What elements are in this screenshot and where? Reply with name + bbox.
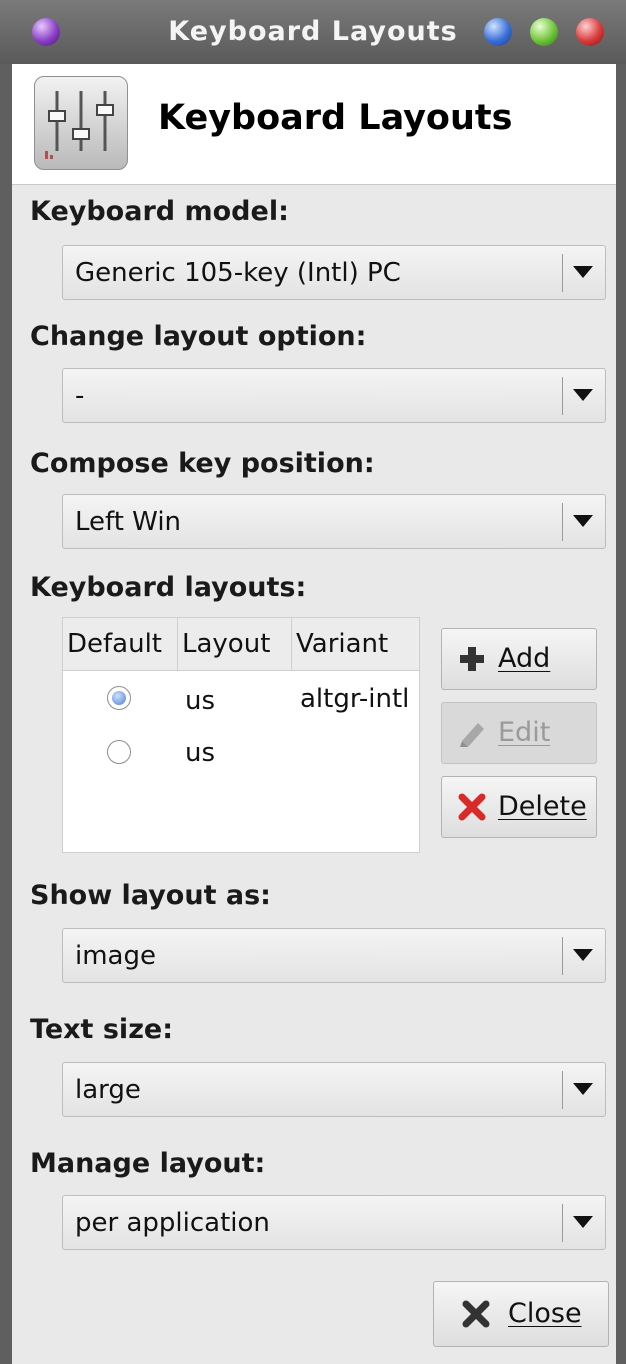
default-radio[interactable] <box>107 740 131 764</box>
dropdown-arrow-icon <box>573 389 593 401</box>
show-layout-as-select[interactable]: image <box>62 928 606 983</box>
close-button[interactable]: Close <box>433 1281 609 1347</box>
manage-layout-label: Manage layout: <box>30 1148 266 1179</box>
close-window-button[interactable] <box>576 18 604 46</box>
delete-button-label: Delete <box>498 791 587 822</box>
edit-button-label: Edit <box>498 717 551 748</box>
layouts-table[interactable]: Default Layout Variant us altgr-intl us <box>62 617 420 853</box>
dialog-header: Keyboard Layouts <box>12 64 616 185</box>
dropdown-arrow-icon <box>573 1216 593 1228</box>
edit-button[interactable]: Edit <box>441 702 597 764</box>
dropdown-arrow-icon <box>573 949 593 961</box>
manage-layout-value: per application <box>75 1208 270 1238</box>
keyboard-model-value: Generic 105-key (Intl) PC <box>75 258 401 288</box>
text-size-value: large <box>75 1075 141 1105</box>
show-layout-as-label: Show layout as: <box>30 880 271 911</box>
divider <box>562 503 563 541</box>
window-border-right <box>616 0 626 1364</box>
divider <box>562 1204 563 1242</box>
pencil-icon <box>460 723 484 747</box>
divider <box>562 377 563 415</box>
mixer-sliders-icon <box>34 76 128 170</box>
text-size-select[interactable]: large <box>62 1062 606 1117</box>
change-layout-option-select[interactable]: - <box>62 368 606 423</box>
divider <box>562 254 563 292</box>
dropdown-arrow-icon <box>573 515 593 527</box>
header-title: Keyboard Layouts <box>158 98 513 138</box>
compose-key-position-value: Left Win <box>75 507 182 537</box>
titlebar[interactable]: Keyboard Layouts <box>0 0 626 64</box>
change-layout-option-value: - <box>75 381 85 411</box>
column-header-default[interactable]: Default <box>63 618 177 670</box>
dropdown-arrow-icon <box>573 266 593 278</box>
close-button-label: Close <box>508 1298 582 1329</box>
maximize-button[interactable] <box>530 18 558 46</box>
compose-key-position-label: Compose key position: <box>30 448 375 479</box>
column-header-variant[interactable]: Variant <box>291 618 419 670</box>
divider <box>562 937 563 975</box>
variant-cell: altgr-intl <box>300 684 410 714</box>
window-border-left <box>0 0 12 1364</box>
plus-icon <box>460 647 484 671</box>
table-header: Default Layout Variant <box>63 618 419 671</box>
add-button[interactable]: Add <box>441 628 597 690</box>
keyboard-model-select[interactable]: Generic 105-key (Intl) PC <box>62 245 606 300</box>
minimize-button[interactable] <box>484 18 512 46</box>
layout-cell: us <box>185 686 216 716</box>
keyboard-model-label: Keyboard model: <box>30 196 289 227</box>
divider <box>562 1071 563 1109</box>
close-x-icon <box>462 1300 490 1328</box>
keyboard-layouts-label: Keyboard layouts: <box>30 572 307 603</box>
red-x-icon <box>458 793 486 821</box>
default-radio-selected[interactable] <box>107 686 131 710</box>
change-layout-option-label: Change layout option: <box>30 321 367 352</box>
dropdown-arrow-icon <box>573 1083 593 1095</box>
delete-button[interactable]: Delete <box>441 776 597 838</box>
compose-key-position-select[interactable]: Left Win <box>62 494 606 549</box>
show-layout-as-value: image <box>75 941 156 971</box>
text-size-label: Text size: <box>30 1014 174 1045</box>
layout-cell: us <box>185 738 216 768</box>
add-button-label: Add <box>498 643 551 674</box>
manage-layout-select[interactable]: per application <box>62 1195 606 1250</box>
column-header-layout[interactable]: Layout <box>177 618 291 670</box>
